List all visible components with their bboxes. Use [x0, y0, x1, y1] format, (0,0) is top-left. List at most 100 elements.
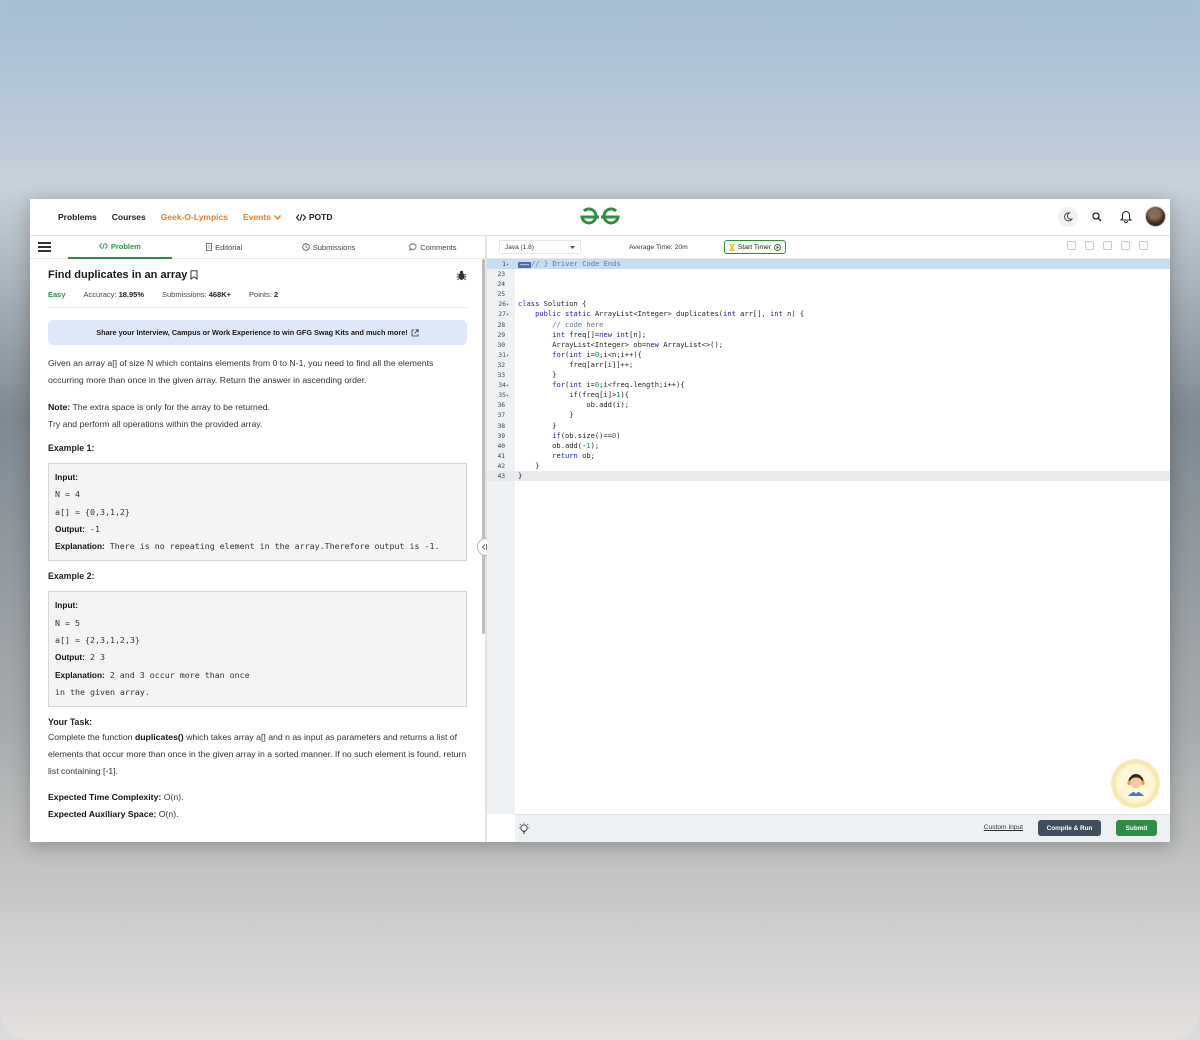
bug-report-icon[interactable]	[456, 270, 467, 281]
banner-text: Share your Interview, Campus or Work Exp…	[96, 328, 408, 337]
bookmark-icon[interactable]	[190, 270, 198, 280]
example-2-n: N = 5	[55, 617, 80, 628]
editor-tools	[1067, 241, 1148, 250]
code-line[interactable]: 35▾ if(freq[i]>1){	[487, 390, 1170, 400]
tab-editorial[interactable]: Editorial	[172, 236, 276, 259]
export-icon[interactable]	[1085, 241, 1094, 250]
support-assistant[interactable]	[1113, 761, 1158, 806]
code-text: for(int i=0;i<freq.length;i++){	[552, 380, 685, 390]
tab-problem-label: Problem	[110, 241, 141, 251]
code-line[interactable]: 33 }	[487, 370, 1170, 380]
difficulty-badge: Easy	[48, 290, 66, 299]
gfg-logo[interactable]	[578, 206, 622, 228]
time-complexity: O(n).	[161, 792, 184, 803]
code-line[interactable]: 29 int freq[]=new int[n];	[487, 330, 1170, 340]
nav-potd-label: POTD	[308, 212, 333, 222]
submit-button[interactable]: Submit	[1116, 820, 1157, 836]
tab-submissions[interactable]: Submissions	[276, 236, 380, 259]
code-line[interactable]: 1▾ ↔↔↔// } Driver Code Ends	[487, 259, 1170, 270]
lightbulb-icon[interactable]	[517, 822, 531, 836]
nav-problems[interactable]: Problems	[58, 212, 97, 222]
caret-down-icon	[570, 245, 575, 249]
search-button[interactable]	[1087, 207, 1107, 227]
code-line[interactable]: 23	[487, 269, 1170, 279]
code-line[interactable]: 36 ob.add(i);	[487, 400, 1170, 410]
code-icon	[98, 243, 108, 249]
code-line[interactable]: 40 ob.add(-1);	[487, 441, 1170, 451]
language-value: Java (1.8)	[505, 243, 534, 251]
code-line[interactable]: 37 }	[487, 410, 1170, 420]
example-1-input-label: Input:	[55, 472, 79, 482]
line-number: 41	[497, 451, 509, 460]
code-line[interactable]: 41 return ob;	[487, 451, 1170, 461]
code-line[interactable]: 26▾ class Solution {	[487, 299, 1170, 309]
code-line[interactable]: 34▾ for(int i=0;i<freq.length;i++){	[487, 380, 1170, 390]
line-number: 40	[497, 441, 509, 450]
code-text: for(int i=0;i<n;i++){	[552, 349, 642, 359]
line-number: 42	[497, 461, 509, 470]
search-icon	[1092, 211, 1102, 221]
code-line[interactable]: 31▾ for(int i=0;i<n;i++){	[487, 350, 1170, 360]
example-2-expl-label: Explanation:	[55, 669, 105, 680]
code-text: }	[518, 370, 557, 380]
line-number: 28	[497, 320, 509, 329]
dark-mode-toggle[interactable]	[1058, 206, 1078, 227]
compile-run-button[interactable]: Compile & Run	[1038, 820, 1101, 836]
note-text: The extra space is only for the array to…	[70, 402, 270, 412]
code-line[interactable]: 32 freq[arr[i]]++;	[487, 360, 1170, 370]
code-lines[interactable]: 1▾ ↔↔↔// } Driver Code Ends 23 24 25 26▾ cl…	[487, 259, 1170, 482]
top-nav: Problems Courses Geek-O-Lympics Events P…	[30, 199, 1170, 236]
nav-potd[interactable]: POTD	[295, 212, 333, 222]
nav-geek-o-lympics[interactable]: Geek-O-Lympics	[161, 212, 228, 222]
problem-meta: Easy Accuracy: 18.95% Submissions: 468K+…	[48, 290, 467, 308]
line-number: 23	[497, 270, 509, 279]
code-text: return ob;	[552, 450, 595, 460]
code-line[interactable]: 42 }	[487, 461, 1170, 471]
problem-pane: Problem Editorial Submissions Comments F…	[30, 236, 485, 842]
code-line[interactable]: 43 }	[487, 470, 1170, 482]
notifications-button[interactable]	[1116, 207, 1136, 227]
external-link-icon	[411, 328, 419, 336]
code-text: if(freq[i]>1){	[569, 390, 630, 400]
code-line[interactable]: 38 }	[487, 421, 1170, 431]
code-text: freq[arr[i]]++;	[518, 359, 634, 369]
fullscreen-icon[interactable]	[1139, 241, 1148, 250]
code-line[interactable]: 24	[487, 279, 1170, 289]
code-line[interactable]: 27▾ public static ArrayList<Integer> dup…	[487, 309, 1170, 319]
submissions: Submissions: 468K+	[162, 290, 231, 299]
scrollbar[interactable]	[482, 259, 485, 634]
nav-events[interactable]: Events	[243, 212, 281, 222]
code-line[interactable]: 30 ArrayList<Integer> ob=new ArrayList<>…	[487, 340, 1170, 350]
page-title: Find duplicates in an array	[48, 269, 198, 281]
custom-input-link[interactable]: Custom Input	[984, 824, 1023, 831]
tab-problem[interactable]: Problem	[67, 236, 172, 259]
language-select[interactable]: Java (1.8)	[499, 240, 581, 254]
play-icon	[774, 243, 781, 251]
problem-title: Find duplicates in an array	[48, 269, 188, 281]
note-text-2: Try and perform all operations within th…	[48, 419, 263, 429]
line-number: 24	[497, 280, 509, 289]
clock-icon	[302, 243, 310, 251]
start-timer-button[interactable]: Start Timer	[723, 240, 787, 254]
tab-comments[interactable]: Comments	[381, 236, 485, 259]
code-editor[interactable]: 1▾ ↔↔↔// } Driver Code Ends 23 24 25 26▾ cl…	[487, 259, 1170, 814]
code-line[interactable]: 25	[487, 289, 1170, 299]
code-text: }	[518, 420, 557, 430]
points: Points: 2	[249, 290, 278, 299]
code-line[interactable]: 39 if(ob.size()==0)	[487, 431, 1170, 441]
code-line[interactable]: 28 // code here	[487, 320, 1170, 330]
your-task-text: Complete the function duplicates() which…	[48, 729, 467, 780]
code-text: }	[518, 410, 574, 420]
experience-banner[interactable]: Share your Interview, Campus or Work Exp…	[48, 320, 467, 345]
avatar[interactable]	[1145, 206, 1166, 227]
problem-note: Note: The extra space is only for the ar…	[48, 399, 467, 433]
moon-icon	[1064, 212, 1073, 221]
editor-toolbar: Java (1.8) Average Time: 20m Start Timer	[487, 236, 1170, 259]
folded-code-marker[interactable]: ↔↔↔	[518, 262, 532, 268]
problem-content: Find duplicates in an array Easy Accurac…	[30, 259, 485, 823]
settings-icon[interactable]	[1103, 241, 1112, 250]
menu-icon[interactable]	[38, 240, 51, 254]
reset-icon[interactable]	[1121, 241, 1130, 250]
copy-icon[interactable]	[1067, 241, 1076, 250]
nav-courses[interactable]: Courses	[112, 212, 146, 222]
